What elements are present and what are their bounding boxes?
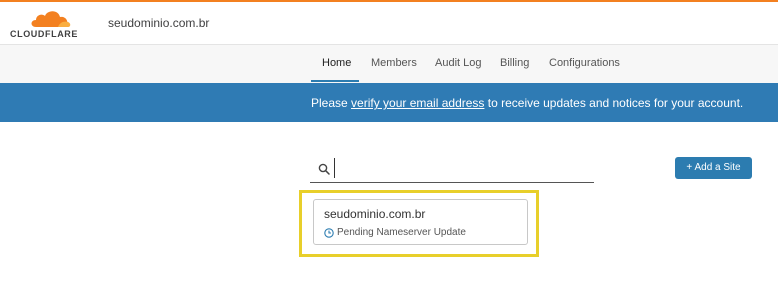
tab-audit-log[interactable]: Audit Log	[435, 57, 481, 69]
site-status: Pending Nameserver Update	[324, 227, 466, 238]
search-input[interactable]	[334, 158, 594, 178]
cloud-icon	[31, 11, 71, 27]
search-bar	[310, 154, 594, 183]
active-tab-indicator	[311, 80, 359, 82]
clock-icon	[324, 227, 334, 238]
tab-billing[interactable]: Billing	[500, 57, 529, 69]
site-card[interactable]: seudominio.com.br Pending Nameserver Upd…	[313, 199, 528, 245]
site-name: seudominio.com.br	[324, 207, 426, 221]
verify-email-banner: Please verify your email address to rece…	[0, 83, 778, 122]
site-status-text: Pending Nameserver Update	[337, 227, 466, 238]
search-icon	[318, 163, 330, 175]
header: CLOUDFLARE seudominio.com.br	[0, 2, 778, 45]
account-name: seudominio.com.br	[108, 16, 210, 30]
top-nav: Home Members Audit Log Billing Configura…	[0, 45, 778, 84]
banner-prefix: Please	[311, 96, 352, 110]
logo-text: CLOUDFLARE	[10, 29, 78, 39]
verify-email-link[interactable]: verify your email address	[351, 96, 484, 110]
tab-configurations[interactable]: Configurations	[549, 57, 620, 69]
tab-home[interactable]: Home	[322, 57, 351, 69]
banner-suffix: to receive updates and notices for your …	[484, 96, 744, 110]
tab-members[interactable]: Members	[371, 57, 417, 69]
cloudflare-logo[interactable]: CLOUDFLARE	[10, 7, 90, 41]
add-site-button[interactable]: + Add a Site	[675, 157, 752, 179]
